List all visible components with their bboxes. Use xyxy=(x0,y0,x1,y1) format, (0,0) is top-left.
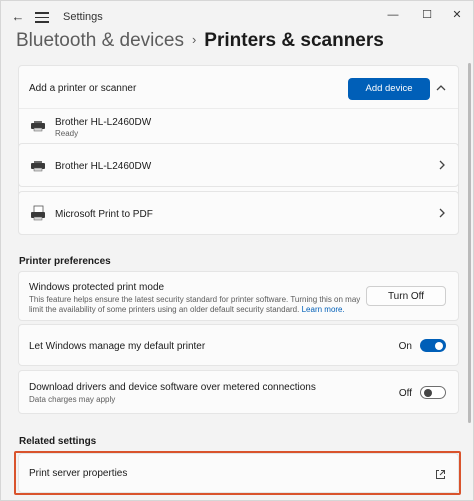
settings-window: ← Settings — ☐ ✕ Bluetooth & devices › Pri… xyxy=(0,0,474,501)
metered-toggle[interactable] xyxy=(420,386,446,399)
protected-mode-description-line2: limit the availability of some printers … xyxy=(29,305,345,314)
highlight-box xyxy=(14,451,461,495)
maximize-button[interactable]: ☐ xyxy=(415,5,439,25)
metered-subtitle: Data charges may apply xyxy=(29,395,116,404)
chevron-right-icon xyxy=(438,159,446,173)
learn-more-link[interactable]: Learn more. xyxy=(302,305,345,314)
printer-name: Brother HL-L2460DW xyxy=(55,161,152,172)
turn-off-button[interactable]: Turn Off xyxy=(366,286,446,306)
printer-item[interactable]: Microsoft Print to PDF xyxy=(18,191,459,235)
default-printer-row[interactable]: Let Windows manage my default printer On xyxy=(18,324,459,366)
add-device-button[interactable]: Add device xyxy=(348,78,430,100)
page-title: Printers & scanners xyxy=(204,30,384,51)
related-settings-heading: Related settings xyxy=(19,436,97,447)
printer-name: Brother HL-L2460DW xyxy=(55,117,152,128)
minimize-button[interactable]: — xyxy=(381,5,405,25)
back-arrow-icon[interactable]: ← xyxy=(10,9,26,25)
printer-name: Microsoft Print to PDF xyxy=(55,209,153,220)
protected-print-mode-row: Windows protected print mode This featur… xyxy=(18,271,459,321)
scrollbar[interactable] xyxy=(468,63,471,423)
printer-item[interactable]: Brother HL-L2460DW xyxy=(18,143,459,187)
printer-icon xyxy=(31,161,45,172)
chevron-up-icon[interactable] xyxy=(436,81,446,95)
pdf-printer-icon xyxy=(31,205,45,221)
metered-title: Download drivers and device software ove… xyxy=(29,382,316,393)
metered-state: Off xyxy=(398,388,412,399)
close-button[interactable]: ✕ xyxy=(445,5,469,25)
add-printer-label: Add a printer or scanner xyxy=(29,83,137,94)
title-bar: ← Settings — ☐ ✕ xyxy=(1,1,473,33)
metered-downloads-row[interactable]: Download drivers and device software ove… xyxy=(18,370,459,414)
default-printer-toggle[interactable] xyxy=(420,339,446,352)
printer-item[interactable]: Brother HL-L2460DW Ready xyxy=(19,109,458,143)
printer-status: Ready xyxy=(55,129,79,138)
protected-mode-description-text: limit the availability of some printers … xyxy=(29,305,300,314)
printer-preferences-heading: Printer preferences xyxy=(19,256,111,267)
printer-icon xyxy=(31,121,45,132)
menu-icon[interactable] xyxy=(35,10,49,24)
app-title: Settings xyxy=(63,11,103,23)
breadcrumb-separator-icon: › xyxy=(191,32,197,47)
default-printer-state: On xyxy=(398,341,412,352)
protected-mode-description-line1: This feature helps ensure the latest sec… xyxy=(29,295,361,304)
default-printer-title: Let Windows manage my default printer xyxy=(29,341,206,352)
chevron-right-icon xyxy=(438,207,446,221)
protected-mode-title: Windows protected print mode xyxy=(29,282,165,293)
breadcrumb-parent[interactable]: Bluetooth & devices xyxy=(16,30,184,51)
breadcrumb: Bluetooth & devices › Printers & scanners xyxy=(16,30,384,52)
